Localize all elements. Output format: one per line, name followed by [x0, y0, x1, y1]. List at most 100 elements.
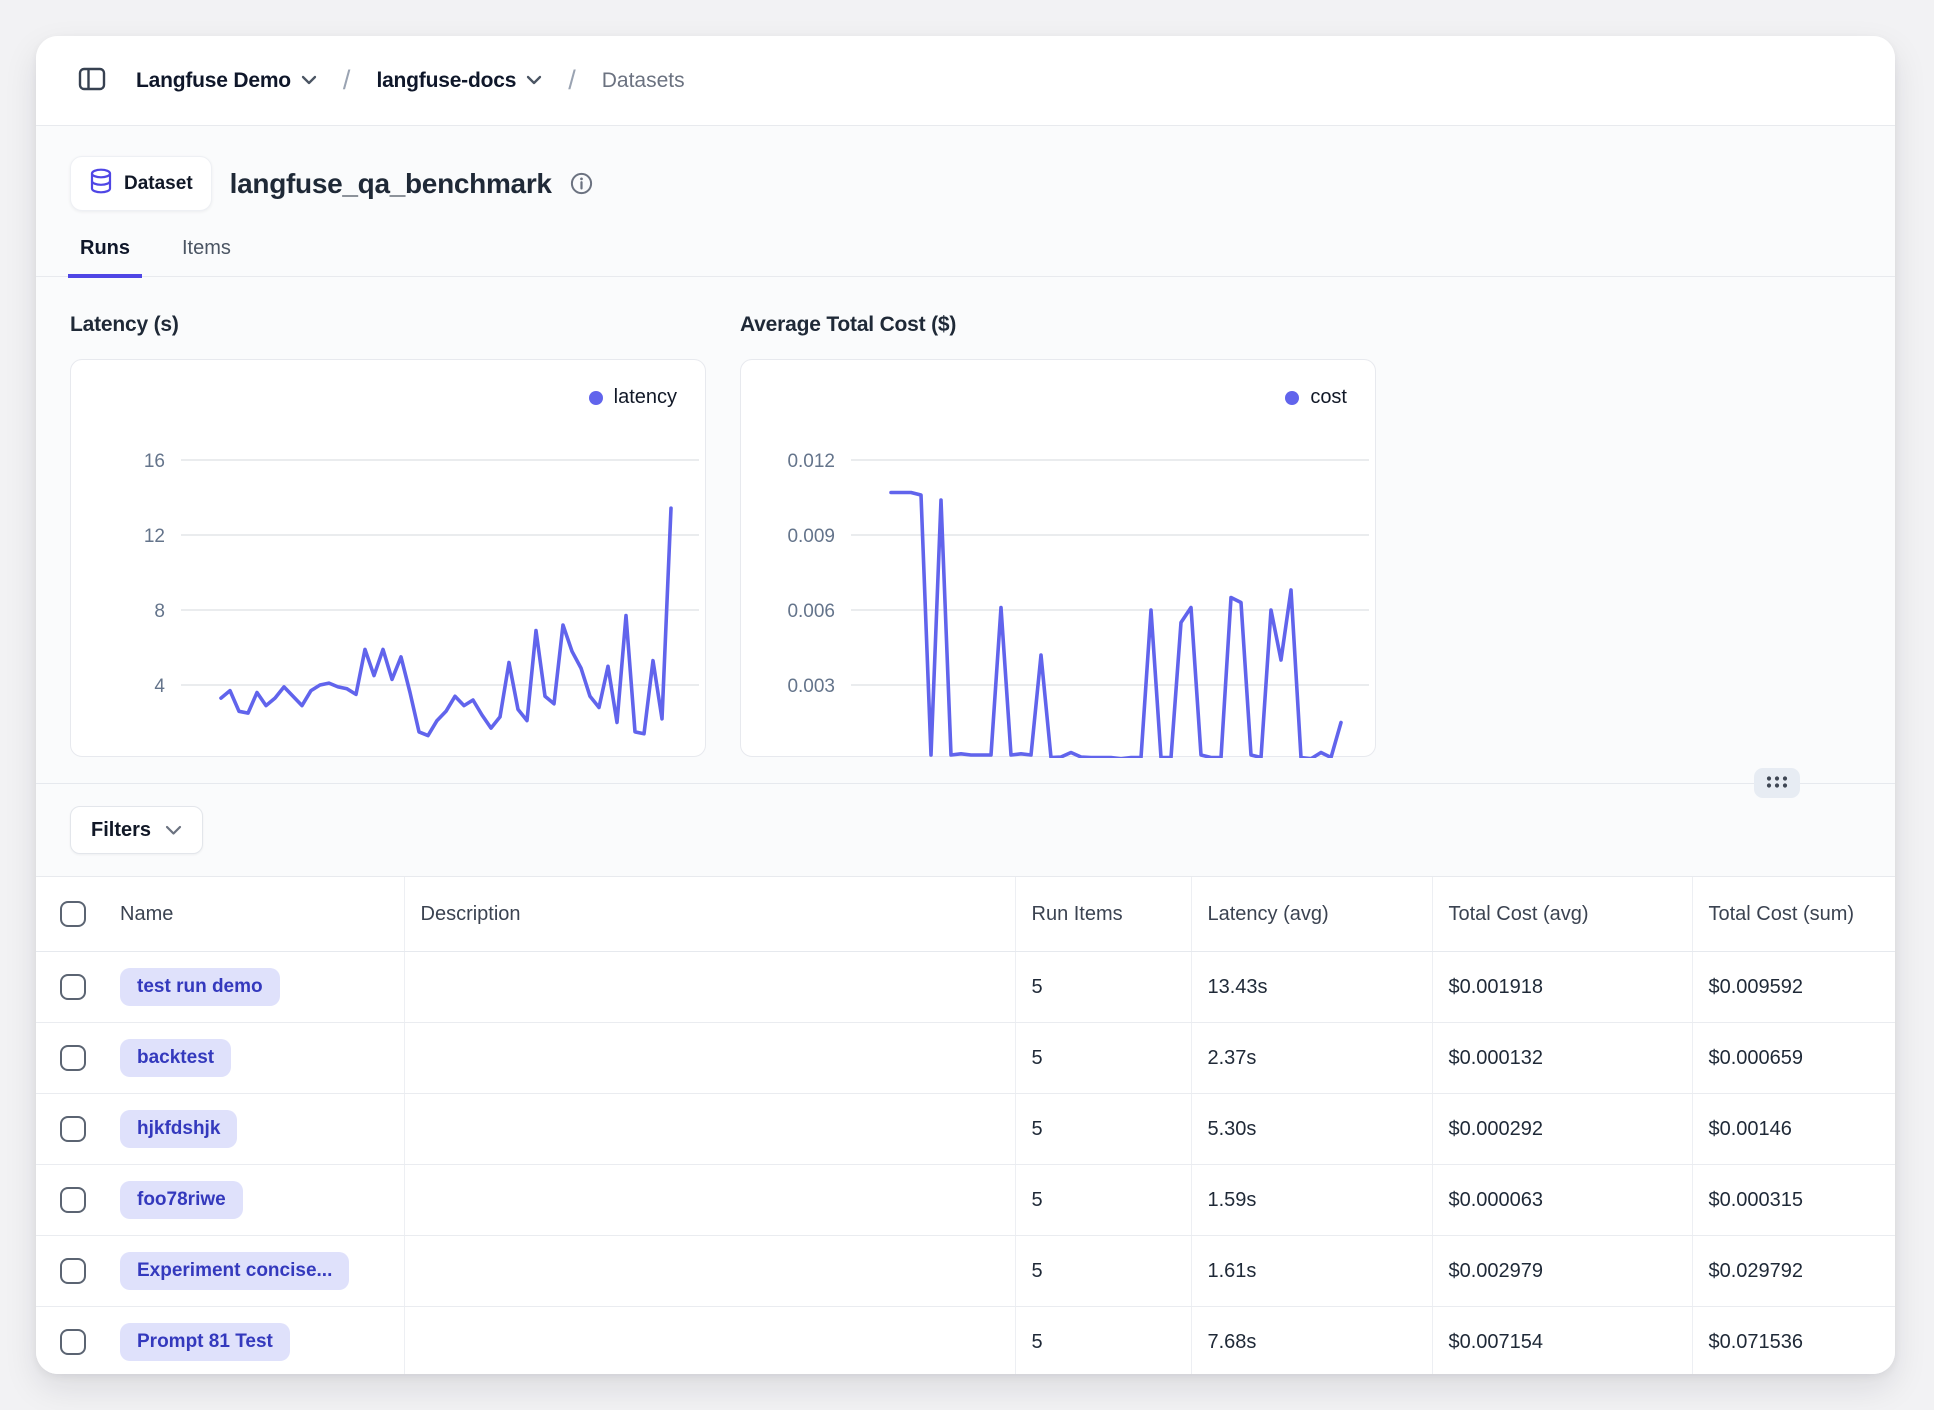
latency-avg-cell: 2.37s — [1191, 1023, 1432, 1094]
run-name-link[interactable]: hjkfdshjk — [120, 1110, 237, 1148]
svg-text:0.009: 0.009 — [787, 526, 835, 547]
run-description-cell — [404, 1094, 1015, 1165]
filters-button[interactable]: Filters — [70, 806, 203, 854]
panel-left-icon — [76, 63, 108, 98]
run-name-link[interactable]: test run demo — [120, 968, 280, 1006]
top-bar: Langfuse Demo / langfuse-docs / Datasets — [36, 36, 1895, 126]
page-content: Dataset langfuse_qa_benchmark Runs Items — [36, 126, 1895, 1374]
svg-text:12: 12 — [144, 526, 165, 547]
total-cost-avg-cell: $0.002979 — [1432, 1236, 1692, 1307]
total-cost-avg-cell: $0.000292 — [1432, 1094, 1692, 1165]
latency-avg-cell: 5.30s — [1191, 1094, 1432, 1165]
run-items-cell: 5 — [1015, 1094, 1191, 1165]
select-all-checkbox[interactable] — [60, 901, 86, 927]
row-checkbox[interactable] — [60, 1187, 86, 1213]
total-cost-avg-cell: $0.007154 — [1432, 1307, 1692, 1375]
total-cost-sum-cell: $0.009592 — [1692, 952, 1895, 1023]
row-checkbox[interactable] — [60, 974, 86, 1000]
section-divider — [36, 783, 1895, 784]
total-cost-sum-cell: $0.029792 — [1692, 1236, 1895, 1307]
column-header-name[interactable]: Name — [104, 877, 404, 952]
info-icon[interactable] — [570, 172, 593, 195]
filters-button-label: Filters — [91, 818, 151, 842]
legend-label: latency — [614, 386, 677, 409]
run-description-cell — [404, 1307, 1015, 1375]
column-header-run-items[interactable]: Run Items — [1015, 877, 1191, 952]
run-name-link[interactable]: Prompt 81 Test — [120, 1323, 290, 1361]
cost-legend: cost — [1285, 386, 1347, 409]
dataset-badge-label: Dataset — [124, 173, 193, 195]
total-cost-sum-cell: $0.00146 — [1692, 1094, 1895, 1165]
table-row: test run demo 5 13.43s $0.001918 $0.0095… — [36, 952, 1895, 1023]
latency-avg-cell: 7.68s — [1191, 1307, 1432, 1375]
total-cost-avg-cell: $0.000063 — [1432, 1165, 1692, 1236]
breadcrumb-project-label: Langfuse Demo — [136, 69, 291, 93]
breadcrumb-page[interactable]: Datasets — [602, 69, 685, 93]
tab-bar: Runs Items — [36, 211, 1895, 277]
svg-text:0.003: 0.003 — [787, 676, 835, 697]
table-header-row: Name Description Run Items Latency (avg)… — [36, 877, 1895, 952]
resize-grip-handle[interactable] — [1754, 768, 1800, 798]
table-row: Prompt 81 Test 5 7.68s $0.007154 $0.0715… — [36, 1307, 1895, 1375]
legend-label: cost — [1310, 386, 1347, 409]
breadcrumb-separator: / — [339, 65, 355, 96]
run-items-cell: 5 — [1015, 952, 1191, 1023]
latency-chart-title: Latency (s) — [70, 313, 706, 337]
row-checkbox[interactable] — [60, 1329, 86, 1355]
run-name-link[interactable]: foo78riwe — [120, 1181, 243, 1219]
run-name-link[interactable]: backtest — [120, 1039, 231, 1077]
table-row: foo78riwe 5 1.59s $0.000063 $0.000315 — [36, 1165, 1895, 1236]
total-cost-sum-cell: $0.000659 — [1692, 1023, 1895, 1094]
tab-runs[interactable]: Runs — [76, 237, 134, 276]
column-header-latency-avg[interactable]: Latency (avg) — [1191, 877, 1432, 952]
run-description-cell — [404, 1165, 1015, 1236]
svg-text:8: 8 — [154, 601, 165, 622]
sidebar-toggle-button[interactable] — [70, 59, 114, 103]
page-header: Dataset langfuse_qa_benchmark — [36, 126, 1895, 211]
run-description-cell — [404, 952, 1015, 1023]
latency-avg-cell: 1.61s — [1191, 1236, 1432, 1307]
charts-section: Latency (s) latency 16 12 8 4 Average Total… — [36, 277, 1895, 757]
svg-text:16: 16 — [144, 451, 165, 472]
run-items-cell: 5 — [1015, 1307, 1191, 1375]
runs-table-container: Name Description Run Items Latency (avg)… — [36, 876, 1895, 1374]
svg-text:4: 4 — [154, 676, 165, 697]
runs-table: Name Description Run Items Latency (avg)… — [36, 877, 1895, 1374]
total-cost-sum-cell: $0.000315 — [1692, 1165, 1895, 1236]
latency-legend: latency — [589, 386, 677, 409]
grip-dots-icon — [1764, 774, 1790, 793]
app-window: Langfuse Demo / langfuse-docs / Datasets — [36, 36, 1895, 1374]
column-header-total-cost-avg[interactable]: Total Cost (avg) — [1432, 877, 1692, 952]
table-row: Experiment concise... 5 1.61s $0.002979 … — [36, 1236, 1895, 1307]
table-row: backtest 5 2.37s $0.000132 $0.000659 — [36, 1023, 1895, 1094]
column-header-total-cost-sum[interactable]: Total Cost (sum) — [1692, 877, 1895, 952]
run-items-cell: 5 — [1015, 1023, 1191, 1094]
row-checkbox[interactable] — [60, 1116, 86, 1142]
run-description-cell — [404, 1236, 1015, 1307]
cost-chart-title: Average Total Cost ($) — [740, 313, 1376, 337]
breadcrumb-separator: / — [564, 65, 580, 96]
tab-items[interactable]: Items — [178, 237, 235, 276]
row-checkbox[interactable] — [60, 1045, 86, 1071]
chevron-down-icon — [301, 73, 317, 88]
cost-chart: cost 0.012 0.009 0.006 0.003 — [740, 359, 1376, 757]
latency-avg-cell: 13.43s — [1191, 952, 1432, 1023]
svg-text:0.012: 0.012 — [787, 451, 835, 472]
database-icon — [89, 168, 113, 199]
cost-chart-block: Average Total Cost ($) cost 0.012 0.009 0.… — [740, 313, 1376, 757]
filters-row: Filters — [36, 784, 1895, 876]
breadcrumb-org[interactable]: langfuse-docs — [376, 69, 542, 93]
latency-chart: latency 16 12 8 4 — [70, 359, 706, 757]
run-name-link[interactable]: Experiment concise... — [120, 1252, 349, 1290]
run-description-cell — [404, 1023, 1015, 1094]
chevron-down-icon — [165, 818, 182, 842]
svg-text:0.006: 0.006 — [787, 601, 835, 622]
row-checkbox[interactable] — [60, 1258, 86, 1284]
breadcrumb-project[interactable]: Langfuse Demo — [136, 69, 317, 93]
latency-line-chart: 16 12 8 4 — [71, 360, 707, 758]
breadcrumb-org-label: langfuse-docs — [376, 69, 516, 93]
table-row: hjkfdshjk 5 5.30s $0.000292 $0.00146 — [36, 1094, 1895, 1165]
column-header-description[interactable]: Description — [404, 877, 1015, 952]
page-title: langfuse_qa_benchmark — [230, 168, 552, 200]
legend-dot-icon — [589, 391, 603, 405]
